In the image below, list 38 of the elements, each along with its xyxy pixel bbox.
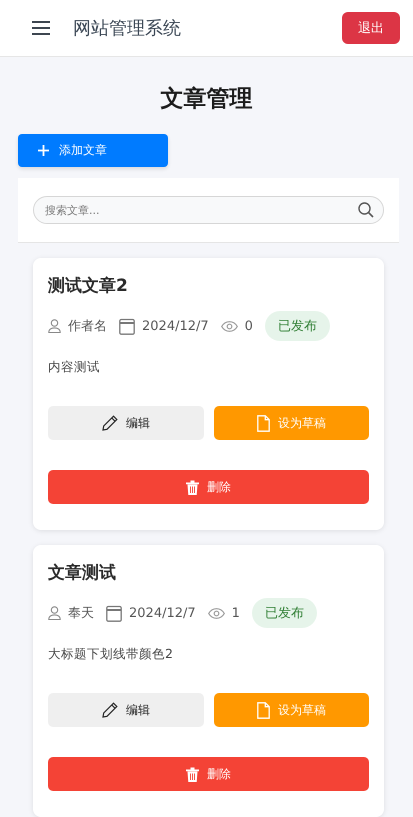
status-badge: 已发布 (264, 311, 330, 341)
trash-icon (186, 766, 199, 782)
calendar-icon (119, 318, 135, 334)
document-icon (256, 702, 270, 718)
logout-button[interactable]: 退出 (342, 12, 400, 44)
author-name: 奉天 (68, 605, 94, 622)
site-title: 网站管理系统 (73, 17, 182, 40)
eye-icon (220, 320, 238, 332)
search-icon[interactable] (358, 202, 374, 218)
plus-icon (38, 145, 49, 156)
publish-date: 2024/12/7 (142, 318, 209, 334)
view-count: 1 (232, 606, 240, 620)
article-title: 文章测试 (48, 562, 117, 584)
delete-button[interactable]: 删除 (48, 757, 369, 791)
author-name: 作者名 (68, 318, 107, 335)
eye-icon (208, 608, 225, 618)
delete-button[interactable]: 删除 (48, 470, 369, 504)
article-excerpt: 大标题下划线带颜色2 (48, 646, 174, 663)
edit-button[interactable]: 编辑 (48, 693, 204, 727)
view-count: 0 (244, 318, 253, 334)
set-draft-button[interactable]: 设为草稿 (214, 406, 369, 440)
trash-icon (186, 480, 199, 494)
user-icon (48, 319, 61, 333)
set-draft-button[interactable]: 设为草稿 (214, 693, 369, 727)
status-badge: 已发布 (252, 598, 317, 628)
pencil-icon (102, 415, 118, 431)
search-field[interactable]: 搜索文章... (33, 196, 384, 224)
menu-icon[interactable] (32, 21, 50, 35)
add-article-button[interactable]: 添加文章 (18, 134, 168, 167)
page-title: 文章管理 (160, 85, 254, 114)
article-title: 测试文章2 (48, 275, 129, 297)
pencil-icon (102, 702, 118, 718)
publish-date: 2024/12/7 (129, 606, 196, 620)
calendar-icon (106, 604, 122, 622)
edit-button[interactable]: 编辑 (48, 406, 204, 440)
document-icon (256, 414, 270, 432)
article-excerpt: 内容测试 (48, 359, 101, 376)
user-icon (48, 606, 61, 620)
